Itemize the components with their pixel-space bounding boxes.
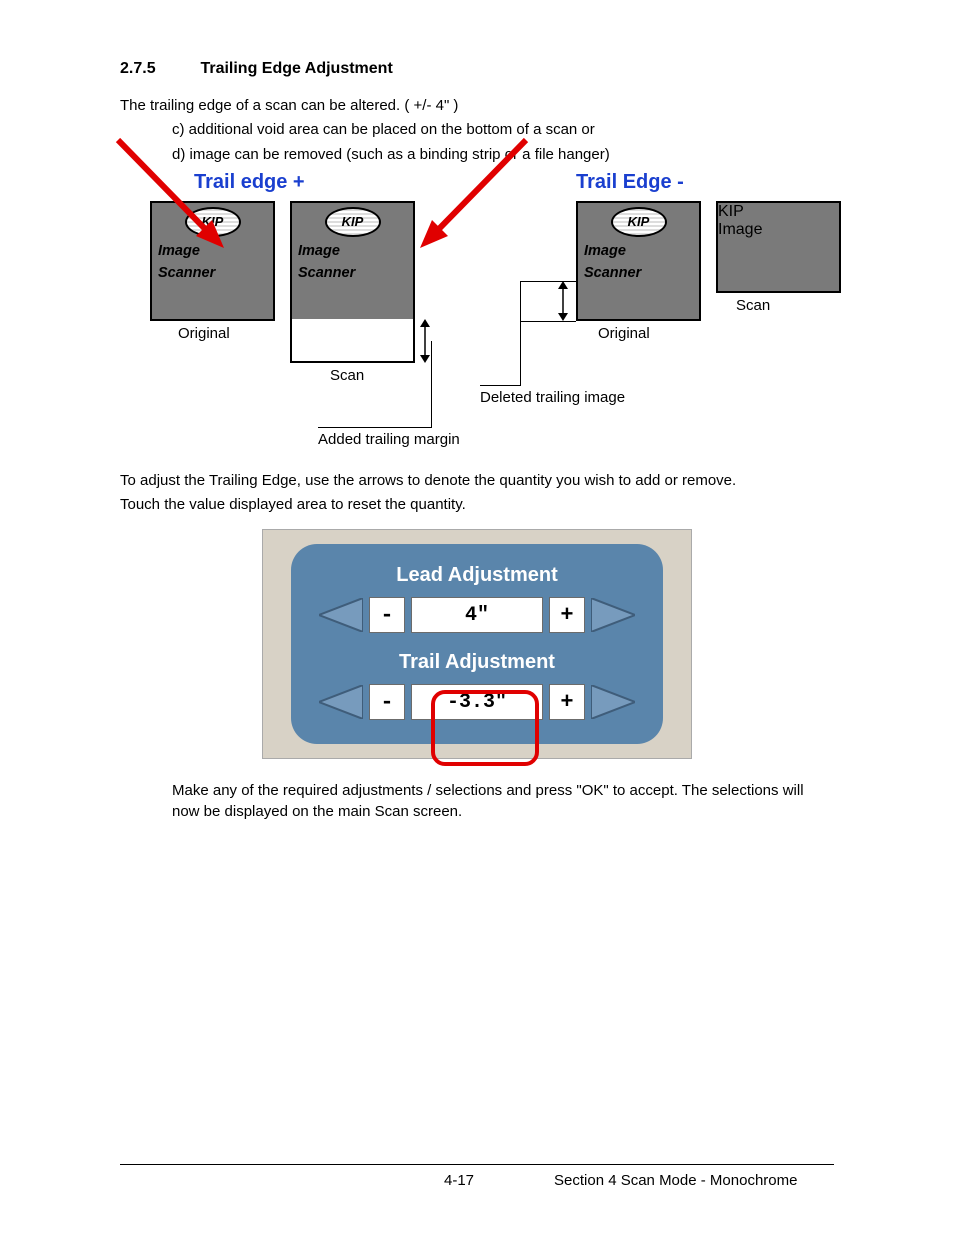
- trail-decrease-arrow-icon[interactable]: [319, 685, 363, 719]
- added-margin-box: [290, 319, 415, 363]
- kip-logo-icon: KIP: [718, 203, 839, 221]
- section-number: 2.7.5: [120, 60, 196, 78]
- lead-value-display[interactable]: 4": [411, 597, 543, 633]
- callout-line: [318, 427, 432, 428]
- adjustment-panel: Lead Adjustment - 4" + Trail Adjustment …: [291, 544, 663, 744]
- kip-logo-icon: KIP: [325, 207, 381, 237]
- trail-minus-button[interactable]: -: [369, 684, 405, 720]
- label-added-margin: Added trailing margin: [318, 431, 460, 448]
- callout-line: [520, 321, 576, 322]
- trail-plus-button[interactable]: +: [549, 684, 585, 720]
- closing-paragraph: Make any of the required adjustments / s…: [120, 781, 834, 822]
- callout-line: [520, 281, 576, 282]
- trail-increase-arrow-icon[interactable]: [591, 685, 635, 719]
- pane-text-image: Image: [584, 243, 699, 259]
- footer-rule: [120, 1164, 834, 1165]
- annotation-arrow-left-icon: [114, 136, 244, 266]
- label-original-left: Original: [178, 325, 230, 342]
- footer-page-number: 4-17: [444, 1172, 474, 1189]
- pane-text-image: Image: [718, 221, 839, 239]
- lead-plus-button[interactable]: +: [549, 597, 585, 633]
- lead-increase-arrow-icon[interactable]: [591, 598, 635, 632]
- pane-text-scanner: Scanner: [298, 265, 413, 281]
- trail-adjustment-title: Trail Adjustment: [291, 651, 663, 674]
- label-deleted-image: Deleted trailing image: [480, 389, 625, 406]
- instruction-paragraph-1: To adjust the Trailing Edge, use the arr…: [120, 471, 834, 491]
- intro-paragraph: The trailing edge of a scan can be alter…: [120, 96, 834, 116]
- section-title: Trailing Edge Adjustment: [200, 60, 392, 77]
- pane-left-scan: KIP Image Scanner: [290, 201, 415, 321]
- deleted-image-arrow-icon: [556, 281, 570, 321]
- label-scan-left: Scan: [330, 367, 364, 384]
- kip-logo-icon: KIP: [611, 207, 667, 237]
- footer-section: Section 4 Scan Mode - Monochrome: [554, 1172, 797, 1189]
- lead-minus-button[interactable]: -: [369, 597, 405, 633]
- diagram-header-right: Trail Edge -: [576, 171, 684, 194]
- added-margin-arrow-icon: [418, 319, 432, 363]
- callout-line: [520, 281, 521, 385]
- pane-right-original: KIP Image Scanner: [576, 201, 701, 321]
- instruction-paragraph-2: Touch the value displayed area to reset …: [120, 495, 834, 515]
- adjustment-panel-frame: Lead Adjustment - 4" + Trail Adjustment …: [262, 529, 692, 759]
- trail-value-highlight: [431, 690, 539, 766]
- pane-text-scanner: Scanner: [158, 265, 273, 281]
- lead-adjustment-title: Lead Adjustment: [291, 564, 663, 587]
- lead-adjustment-row: - 4" +: [291, 597, 663, 633]
- section-heading: 2.7.5 Trailing Edge Adjustment: [120, 60, 834, 78]
- pane-text-scanner: Scanner: [584, 265, 699, 281]
- pane-right-scan: KIP Image: [716, 201, 841, 293]
- label-scan-right: Scan: [736, 297, 770, 314]
- lead-decrease-arrow-icon[interactable]: [319, 598, 363, 632]
- callout-line: [431, 341, 432, 427]
- label-original-right: Original: [598, 325, 650, 342]
- callout-line: [480, 385, 521, 386]
- pane-text-image: Image: [298, 243, 413, 259]
- annotation-arrow-right-icon: [400, 136, 530, 266]
